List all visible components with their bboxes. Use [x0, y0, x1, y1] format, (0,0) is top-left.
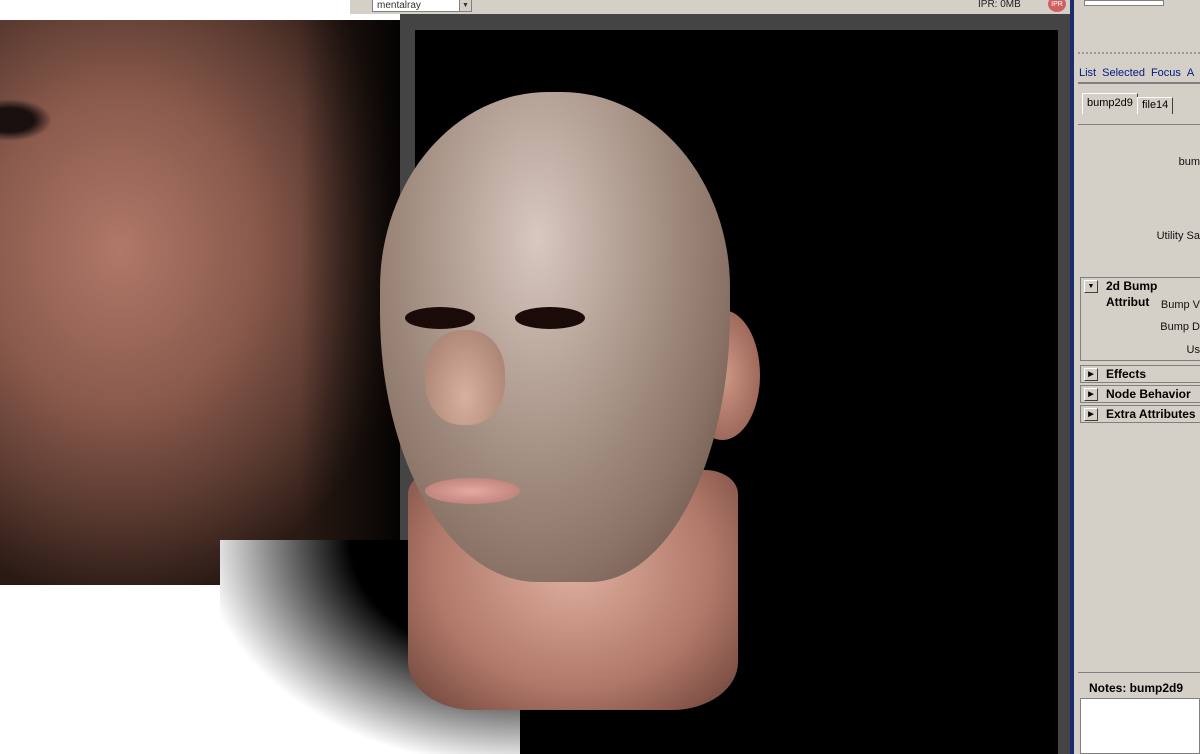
rendered-nose: [425, 330, 505, 425]
menu-list[interactable]: List: [1079, 67, 1096, 79]
editor-menu: List Selected Focus A: [1079, 67, 1200, 79]
menu-selected[interactable]: Selected: [1102, 67, 1145, 79]
section-label: Extra Attributes: [1106, 407, 1196, 421]
divider: [1078, 672, 1200, 673]
chevron-down-icon: ▼: [459, 0, 471, 11]
section-extra-attributes[interactable]: ▶ Extra Attributes: [1080, 405, 1200, 423]
menu-focus[interactable]: Focus: [1151, 67, 1181, 79]
collapse-triangle-icon[interactable]: ▼: [1084, 280, 1098, 293]
rendered-eye-right: [515, 307, 585, 329]
ipr-memory: IPR: 0MB: [978, 0, 1021, 10]
tab-file14[interactable]: file14: [1137, 97, 1174, 114]
field-label: Utility Sa: [1156, 230, 1200, 242]
expand-triangle-icon[interactable]: ▶: [1084, 408, 1098, 421]
renderer-value: mentalray: [377, 0, 421, 11]
section-label: Node Behavior: [1106, 387, 1191, 401]
field-label: bum: [1178, 156, 1200, 168]
menu-attributes[interactable]: A: [1187, 67, 1194, 79]
divider: [1078, 124, 1200, 125]
renderer-dropdown[interactable]: mentalray ▼: [372, 0, 472, 12]
rendered-lips: [425, 478, 520, 504]
rendered-head: [380, 92, 730, 582]
field-label: Bump D: [1160, 321, 1200, 333]
panel-field[interactable]: [1084, 0, 1164, 6]
section-label: Effects: [1106, 367, 1147, 381]
notes-label: Notes: bump2d9: [1089, 681, 1184, 695]
divider: [1078, 82, 1200, 84]
tab-bump2d9[interactable]: bump2d9: [1082, 93, 1138, 114]
section-effects[interactable]: ▶ Effects: [1080, 365, 1200, 383]
section-2d-bump[interactable]: ▼ 2d Bump Attribut: [1080, 277, 1200, 361]
field-label: Us: [1186, 344, 1200, 356]
expand-triangle-icon[interactable]: ▶: [1084, 368, 1098, 381]
attribute-editor: List Selected Focus A bump2d9 file14 bum Ut…: [1074, 0, 1200, 754]
rendered-eye-left: [405, 307, 475, 329]
notes-textarea[interactable]: [1080, 698, 1200, 754]
section-label: 2d Bump Attribut: [1106, 279, 1158, 309]
section-node-behavior[interactable]: ▶ Node Behavior: [1080, 385, 1200, 403]
field-label: Bump V: [1160, 299, 1200, 311]
drag-handle[interactable]: [1078, 52, 1200, 54]
expand-triangle-icon[interactable]: ▶: [1084, 388, 1098, 401]
